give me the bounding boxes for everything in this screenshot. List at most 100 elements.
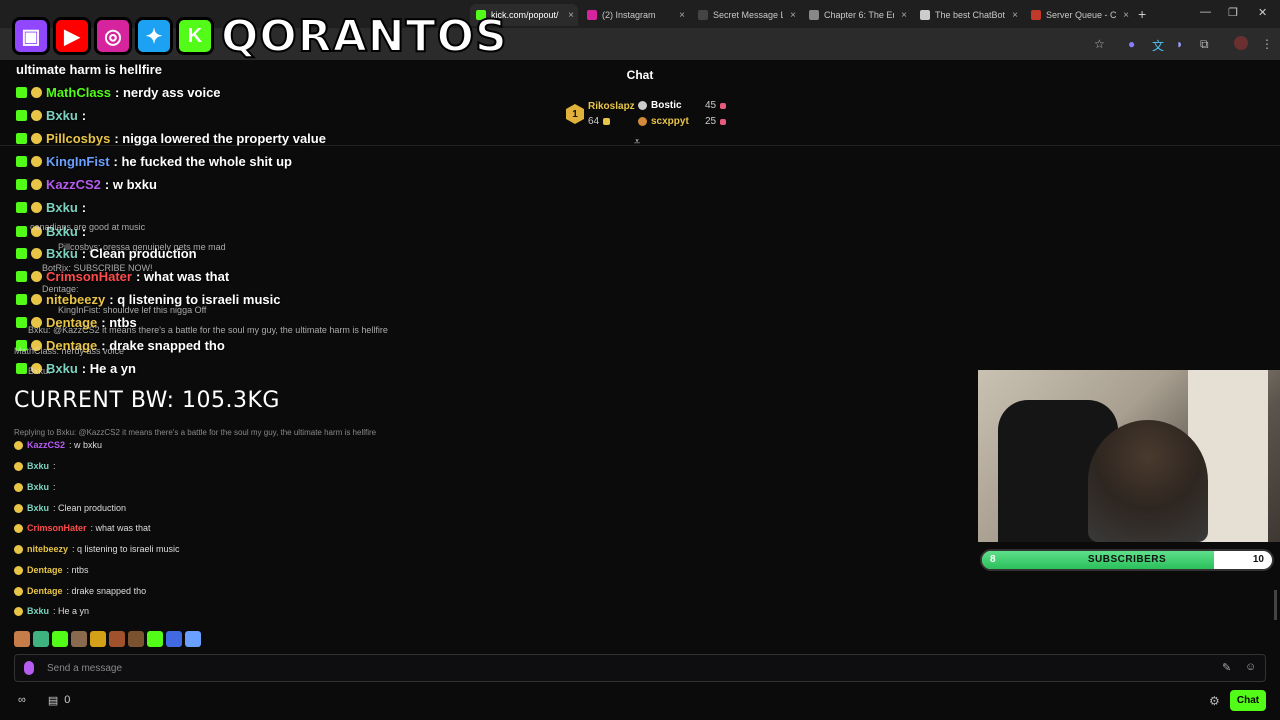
profile-avatar[interactable] xyxy=(1234,36,1248,50)
chat-title: Chat xyxy=(626,68,654,82)
rank-icon xyxy=(638,117,647,126)
message-input[interactable] xyxy=(14,654,1266,682)
kick-badge-icon xyxy=(16,110,27,121)
brand-name: QORANTOS xyxy=(220,10,508,63)
browser-tab[interactable]: The best ChatBot × xyxy=(914,4,1022,26)
tab-title: Chapter 6: The En xyxy=(824,10,894,20)
chat-username: Pillcosbys xyxy=(46,131,111,146)
emote-icon[interactable] xyxy=(33,631,49,647)
moon-badge-icon xyxy=(31,248,42,259)
emote-icon[interactable] xyxy=(128,631,144,647)
chat-message: Bxku: xyxy=(14,461,56,471)
chat-username: Bxku xyxy=(27,482,50,492)
chat-send-button[interactable]: Chat xyxy=(1230,690,1266,711)
kick-badge-icon xyxy=(16,156,27,167)
tab-close-icon[interactable]: × xyxy=(790,10,796,21)
chat-username: nitebeezy xyxy=(27,544,69,554)
moon-badge-icon xyxy=(31,133,42,144)
browser-tab[interactable]: Server Queue - C × xyxy=(1025,4,1133,26)
close-window-icon[interactable]: ✕ xyxy=(1258,6,1267,19)
gift-icon xyxy=(720,118,727,125)
emoji-icon[interactable]: ☺ xyxy=(1245,661,1256,673)
chat-username: Bxku xyxy=(46,361,78,376)
moon-badge-icon xyxy=(14,482,23,492)
chat-username: KingInFist xyxy=(46,154,110,169)
emote-icon[interactable] xyxy=(185,631,201,647)
leaderboard-first-name: Rikoslapz xyxy=(588,101,635,112)
tab-favicon-icon xyxy=(587,10,597,20)
moon-badge-icon xyxy=(31,110,42,121)
tab-close-icon[interactable]: × xyxy=(901,10,907,21)
moon-badge-icon xyxy=(31,202,42,213)
extensions-puzzle-icon[interactable]: ⧉ xyxy=(1200,37,1209,52)
chat-username: Bxku xyxy=(27,461,50,471)
chat-text: : xyxy=(81,200,87,215)
chat-scrollbar[interactable] xyxy=(1274,590,1277,620)
leaderboard-entry: Bostic 45 xyxy=(638,100,727,111)
leaderboard-name: Bostic xyxy=(651,100,682,111)
overlay-chat-message: Bxku: xyxy=(16,200,86,215)
emote-bar xyxy=(14,631,201,647)
gift-icon xyxy=(603,118,611,125)
subscriber-goal: 8 SUBSCRIBERS 10 xyxy=(980,549,1274,571)
minimize-icon[interactable]: — xyxy=(1200,6,1211,18)
moon-badge-icon xyxy=(31,179,42,190)
bodyweight-overlay: CURRENT BW: 105.3KG xyxy=(14,388,280,413)
emote-icon[interactable] xyxy=(166,631,182,647)
background-chat-message: BotRix: SUBSCRIBE NOW! xyxy=(42,263,153,273)
chat-text: ultimate harm is hellfire xyxy=(16,62,162,77)
mic-icon[interactable] xyxy=(24,661,34,675)
emote-icon[interactable] xyxy=(71,631,87,647)
settings-icon[interactable]: ⚙ xyxy=(1209,694,1220,708)
instagram-icon: ◎ xyxy=(94,17,132,55)
twitter-icon: ✦ xyxy=(135,17,173,55)
new-tab-button[interactable]: + xyxy=(1138,6,1146,22)
extension-icon[interactable]: ● xyxy=(1128,37,1135,51)
emote-icon[interactable] xyxy=(52,631,68,647)
emote-icon[interactable] xyxy=(14,631,30,647)
moon-badge-icon xyxy=(14,586,23,596)
tab-title: The best ChatBot xyxy=(935,10,1005,20)
viewers-icon: ∞ xyxy=(18,694,26,706)
chat-text: : he fucked the whole shit up xyxy=(113,154,292,169)
emote-icon[interactable] xyxy=(147,631,163,647)
maximize-icon[interactable]: ❐ xyxy=(1228,6,1238,19)
gift-icon xyxy=(720,102,727,109)
tab-close-icon[interactable]: × xyxy=(1012,10,1018,21)
chat-message: Bxku: He a yn xyxy=(14,606,89,616)
chat-message: Dentage: ntbs xyxy=(14,565,89,575)
chat-text: : xyxy=(53,461,56,471)
overlay-chat-message: Pillcosbys: nigga lowered the property v… xyxy=(16,131,326,146)
chat-username: Bxku xyxy=(27,606,50,616)
kick-badge-icon xyxy=(16,202,27,213)
overlay-chat-message: KingInFist: he fucked the whole shit up xyxy=(16,154,292,169)
star-icon[interactable]: ☆ xyxy=(1094,37,1105,51)
chat-text: : He a yn xyxy=(53,606,90,616)
menu-icon[interactable]: ⋮ xyxy=(1261,37,1273,51)
browser-tab[interactable]: (2) Instagram × xyxy=(581,4,689,26)
tab-close-icon[interactable]: × xyxy=(568,10,574,21)
sub-goal: 10 xyxy=(1252,554,1264,565)
chat-text: : q listening to israeli music xyxy=(72,544,180,554)
translate-icon[interactable]: 文 xyxy=(1152,37,1164,54)
twitch-icon: ▣ xyxy=(12,17,50,55)
tab-title: (2) Instagram xyxy=(602,10,656,20)
moon-badge-icon xyxy=(14,440,23,450)
tab-close-icon[interactable]: × xyxy=(1123,10,1129,21)
leaderboard-name: scxppyt xyxy=(651,116,689,127)
overlay-chat-message: KazzCS2: w bxku xyxy=(16,177,157,192)
emote-icon[interactable] xyxy=(109,631,125,647)
browser-tab[interactable]: Secret Message L... × xyxy=(692,4,800,26)
translate-icon[interactable]: ✎ xyxy=(1222,661,1231,674)
collapse-icon[interactable]: ⩡ xyxy=(634,136,640,149)
leaderboard-first-amount: 64 xyxy=(588,116,611,127)
chat-message: Replying to Bxku: @KazzCS2 it means ther… xyxy=(14,428,376,437)
audio-icon[interactable]: ◗ xyxy=(1176,37,1183,51)
browser-tab[interactable]: Chapter 6: The En × xyxy=(803,4,911,26)
emote-icon[interactable] xyxy=(90,631,106,647)
moon-badge-icon xyxy=(14,606,23,616)
chat-text: : drake snapped tho xyxy=(66,586,147,596)
chat-message: Bxku: Clean production xyxy=(14,503,126,513)
tab-close-icon[interactable]: × xyxy=(679,10,685,21)
moon-badge-icon xyxy=(31,156,42,167)
